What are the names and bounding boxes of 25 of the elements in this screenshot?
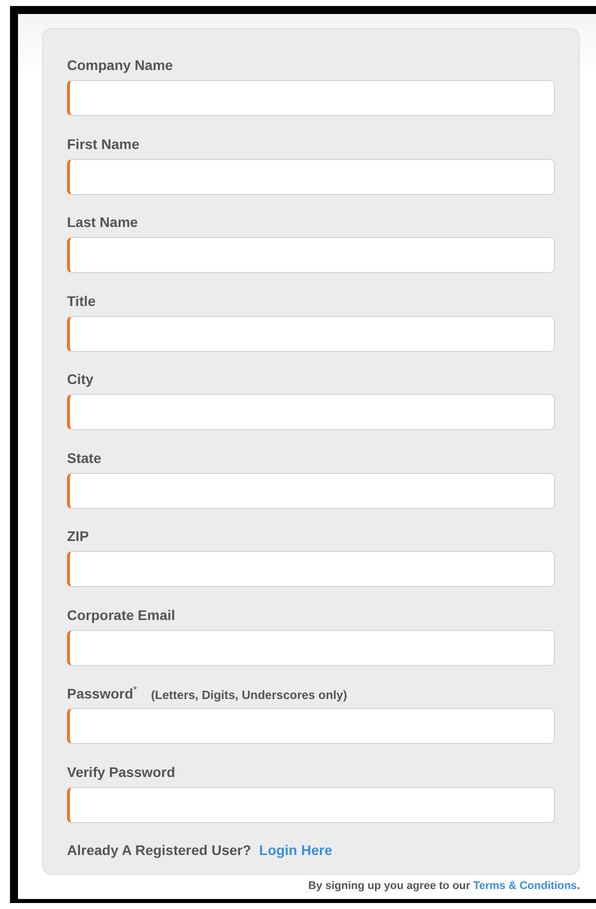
field-label: Company Name [67, 57, 173, 73]
field-label: State [67, 450, 102, 466]
field-label: Password$^{*}$ [67, 685, 138, 702]
input-field[interactable] [67, 80, 555, 116]
input-field[interactable] [67, 786, 555, 822]
field-label: Verify Password [67, 764, 176, 780]
input-field[interactable] [67, 708, 555, 744]
field-hint: (Letters, Digits, Underscores only) [151, 688, 348, 702]
login-link[interactable]: Login Here [259, 842, 332, 858]
field-label: Last Name [67, 214, 138, 230]
input-field[interactable] [67, 158, 555, 194]
input-field[interactable] [67, 472, 555, 508]
login-prompt: Already A Registered User? [67, 842, 252, 858]
field-label: City [67, 371, 94, 387]
terms-notice: By signing up you agree to our Terms & Conditions. [307, 880, 580, 892]
input-field[interactable] [67, 630, 555, 666]
input-field[interactable] [67, 237, 555, 273]
field-label: Title [67, 292, 96, 308]
field-label: First Name [67, 136, 140, 152]
input-field[interactable] [67, 394, 555, 430]
input-field[interactable] [67, 316, 555, 352]
terms-link[interactable]: Terms & Conditions [473, 880, 577, 892]
field-label: Corporate Email [67, 606, 176, 622]
field-label: ZIP [67, 528, 89, 544]
input-field[interactable] [67, 551, 555, 587]
